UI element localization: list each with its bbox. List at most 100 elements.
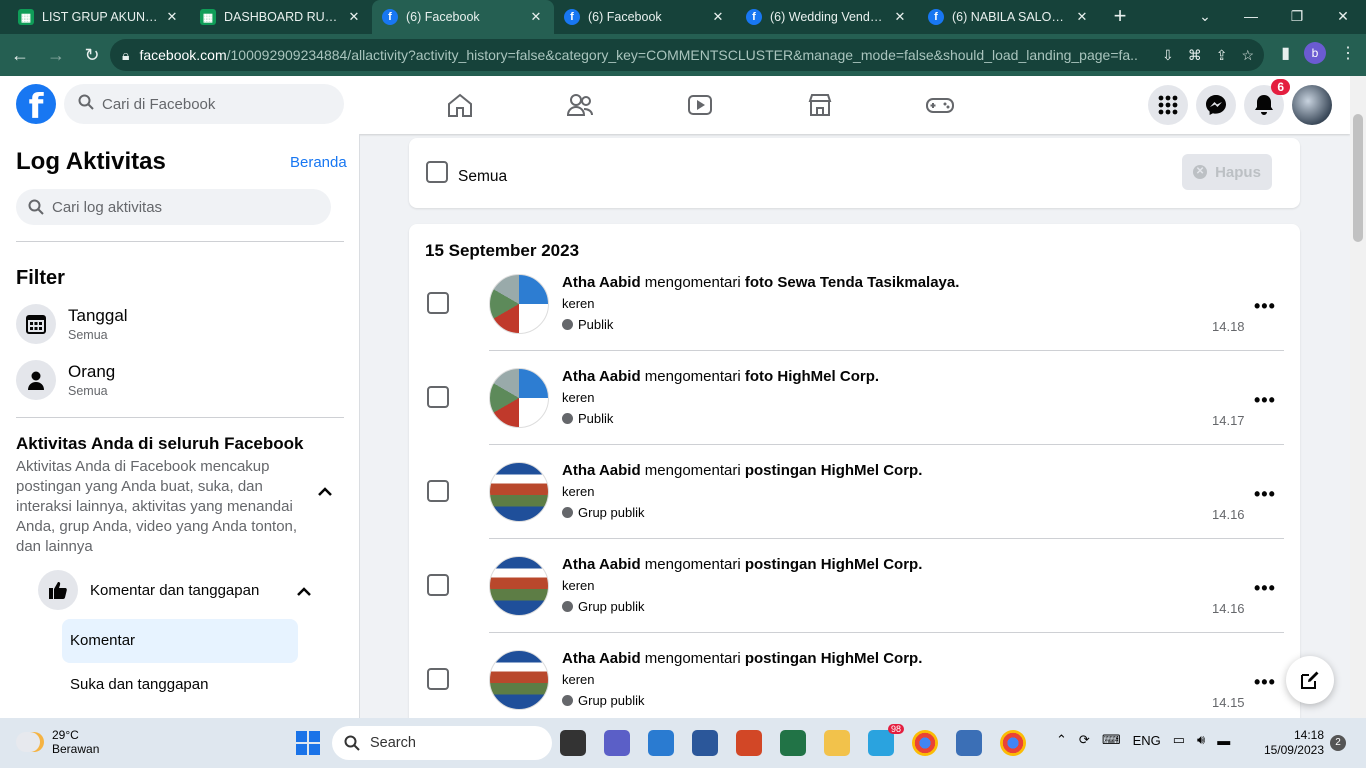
actor-name[interactable]: Atha Aabid <box>562 274 641 291</box>
filter-person[interactable]: Orang Semua <box>16 360 115 400</box>
chevron-up-icon[interactable] <box>297 584 311 602</box>
entry-object[interactable]: foto <box>745 274 773 291</box>
volume-icon[interactable]: 🔊︎ <box>1197 732 1205 748</box>
more-options-icon[interactable]: ••• <box>1254 578 1276 599</box>
entry-summary[interactable]: Atha Aabid mengomentari postingan HighMe… <box>562 556 922 573</box>
menu-kebab-icon[interactable]: ⋮ <box>1340 43 1356 63</box>
account-avatar[interactable] <box>1292 85 1332 125</box>
new-tab-button[interactable]: + <box>1100 0 1140 34</box>
entry-time[interactable]: 14.15 <box>1212 695 1245 710</box>
tab-close-icon[interactable]: ✕ <box>1074 9 1090 25</box>
post-thumbnail[interactable] <box>489 368 549 428</box>
tab-close-icon[interactable]: ✕ <box>346 9 362 25</box>
tab-close-icon[interactable]: ✕ <box>164 9 180 25</box>
entry-time[interactable]: 14.16 <box>1212 507 1245 522</box>
friends-nav-icon[interactable] <box>520 76 640 134</box>
entry-time[interactable]: 14.17 <box>1212 413 1245 428</box>
omnibox[interactable]: 🔒︎ facebook.com/100092909234884/allactiv… <box>110 39 1264 71</box>
post-thumbnail[interactable] <box>489 556 549 616</box>
tab-close-icon[interactable]: ✕ <box>710 9 726 25</box>
entry-object[interactable]: postingan <box>745 650 817 667</box>
browser-tab[interactable]: f (6) Facebook ✕ <box>372 0 554 34</box>
entry-target[interactable]: HighMel Corp. <box>821 556 923 573</box>
post-thumbnail[interactable] <box>489 274 549 334</box>
windows-start-icon[interactable] <box>296 731 320 755</box>
weather-widget[interactable]: 29°C Berawan <box>16 728 99 756</box>
entry-checkbox[interactable] <box>427 480 449 502</box>
translate-icon[interactable]: ⌘ <box>1188 47 1202 64</box>
browser-tab[interactable]: ▦ LIST GRUP AKUN HIGH ✕ <box>8 0 190 34</box>
more-options-icon[interactable]: ••• <box>1254 296 1276 317</box>
more-options-icon[interactable]: ••• <box>1254 484 1276 505</box>
browser-tab[interactable]: f (6) Facebook ✕ <box>554 0 736 34</box>
close-window-button[interactable]: ✕ <box>1320 0 1366 32</box>
file-explorer-icon[interactable] <box>824 730 850 756</box>
video-nav-icon[interactable] <box>640 76 760 134</box>
word-icon[interactable] <box>692 730 718 756</box>
tab-close-icon[interactable]: ✕ <box>892 9 908 25</box>
post-thumbnail[interactable] <box>489 462 549 522</box>
entry-summary[interactable]: Atha Aabid mengomentari foto HighMel Cor… <box>562 368 879 385</box>
subitem-likes-reactions[interactable]: Suka dan tanggapan <box>70 676 208 693</box>
language-indicator[interactable]: ENG <box>1133 733 1161 748</box>
entry-target[interactable]: HighMel Corp. <box>821 650 923 667</box>
activity-search-input[interactable]: Cari log aktivitas <box>16 189 331 225</box>
chrome-profile-icon[interactable] <box>1000 730 1026 756</box>
menu-grid-button[interactable] <box>1148 85 1188 125</box>
scrollbar-thumb[interactable] <box>1353 114 1363 242</box>
browser-tab[interactable]: f (6) NABILA SALON - N ✕ <box>918 0 1100 34</box>
browser-tab[interactable]: f (6) Wedding Vendor & ✕ <box>736 0 918 34</box>
entry-time[interactable]: 14.18 <box>1212 319 1245 334</box>
actor-name[interactable]: Atha Aabid <box>562 650 641 667</box>
chrome-icon[interactable] <box>912 730 938 756</box>
marketplace-nav-icon[interactable] <box>760 76 880 134</box>
subitem-komentar[interactable]: Komentar <box>62 619 298 663</box>
messenger-button[interactable] <box>1196 85 1236 125</box>
minimize-button[interactable]: — <box>1228 0 1274 32</box>
entry-object[interactable]: postingan <box>745 556 817 573</box>
display-icon[interactable]: ▭ <box>1173 732 1185 748</box>
tab-close-icon[interactable]: ✕ <box>528 9 544 25</box>
entry-target[interactable]: HighMel Corp. <box>777 368 879 385</box>
filter-date[interactable]: Tanggal Semua <box>16 304 128 344</box>
battery-icon[interactable]: ▬ <box>1217 733 1230 748</box>
maximize-button[interactable]: ❐ <box>1274 0 1320 32</box>
compose-button[interactable] <box>1286 656 1334 704</box>
reload-button[interactable]: ↻ <box>76 39 108 71</box>
entry-summary[interactable]: Atha Aabid mengomentari foto Sewa Tenda … <box>562 274 959 291</box>
actor-name[interactable]: Atha Aabid <box>562 368 641 385</box>
gaming-nav-icon[interactable] <box>880 76 1000 134</box>
entry-summary[interactable]: Atha Aabid mengomentari postingan HighMe… <box>562 650 922 667</box>
side-panel-icon[interactable]: ▮ <box>1281 43 1290 63</box>
home-nav-icon[interactable] <box>400 76 520 134</box>
facebook-logo[interactable]: f <box>16 84 56 127</box>
entry-object[interactable]: foto <box>745 368 773 385</box>
task-view-icon[interactable] <box>560 730 586 756</box>
profile-avatar[interactable]: b <box>1304 42 1326 64</box>
category-comments-reactions[interactable]: Komentar dan tanggapan <box>38 570 259 610</box>
excel-icon[interactable] <box>780 730 806 756</box>
back-button[interactable]: ← <box>4 39 36 71</box>
more-options-icon[interactable]: ••• <box>1254 390 1276 411</box>
select-all-checkbox[interactable] <box>426 161 448 183</box>
vscode-icon[interactable] <box>648 730 674 756</box>
lock-icon[interactable]: 🔒︎ <box>122 47 129 64</box>
chevron-up-icon[interactable] <box>318 484 332 502</box>
entry-summary[interactable]: Atha Aabid mengomentari postingan HighMe… <box>562 462 922 479</box>
more-options-icon[interactable]: ••• <box>1254 672 1276 693</box>
clock[interactable]: 14:18 15/09/2023 <box>1264 728 1324 758</box>
actor-name[interactable]: Atha Aabid <box>562 556 641 573</box>
share-icon[interactable]: ⇪ <box>1216 47 1228 64</box>
entry-target[interactable]: HighMel Corp. <box>821 462 923 479</box>
home-link[interactable]: Beranda <box>290 154 347 171</box>
entry-checkbox[interactable] <box>427 668 449 690</box>
keyboard-icon[interactable]: ⌨ <box>1102 732 1121 748</box>
notifications-button[interactable]: 6 <box>1244 79 1290 125</box>
teams-icon[interactable] <box>604 730 630 756</box>
entry-checkbox[interactable] <box>427 386 449 408</box>
powerpoint-icon[interactable] <box>736 730 762 756</box>
facebook-search-input[interactable]: Cari di Facebook <box>64 84 344 124</box>
delete-button[interactable]: ✕ Hapus <box>1182 154 1272 190</box>
forward-button[interactable]: → <box>40 39 72 71</box>
bookmark-star-icon[interactable]: ☆ <box>1241 47 1254 64</box>
